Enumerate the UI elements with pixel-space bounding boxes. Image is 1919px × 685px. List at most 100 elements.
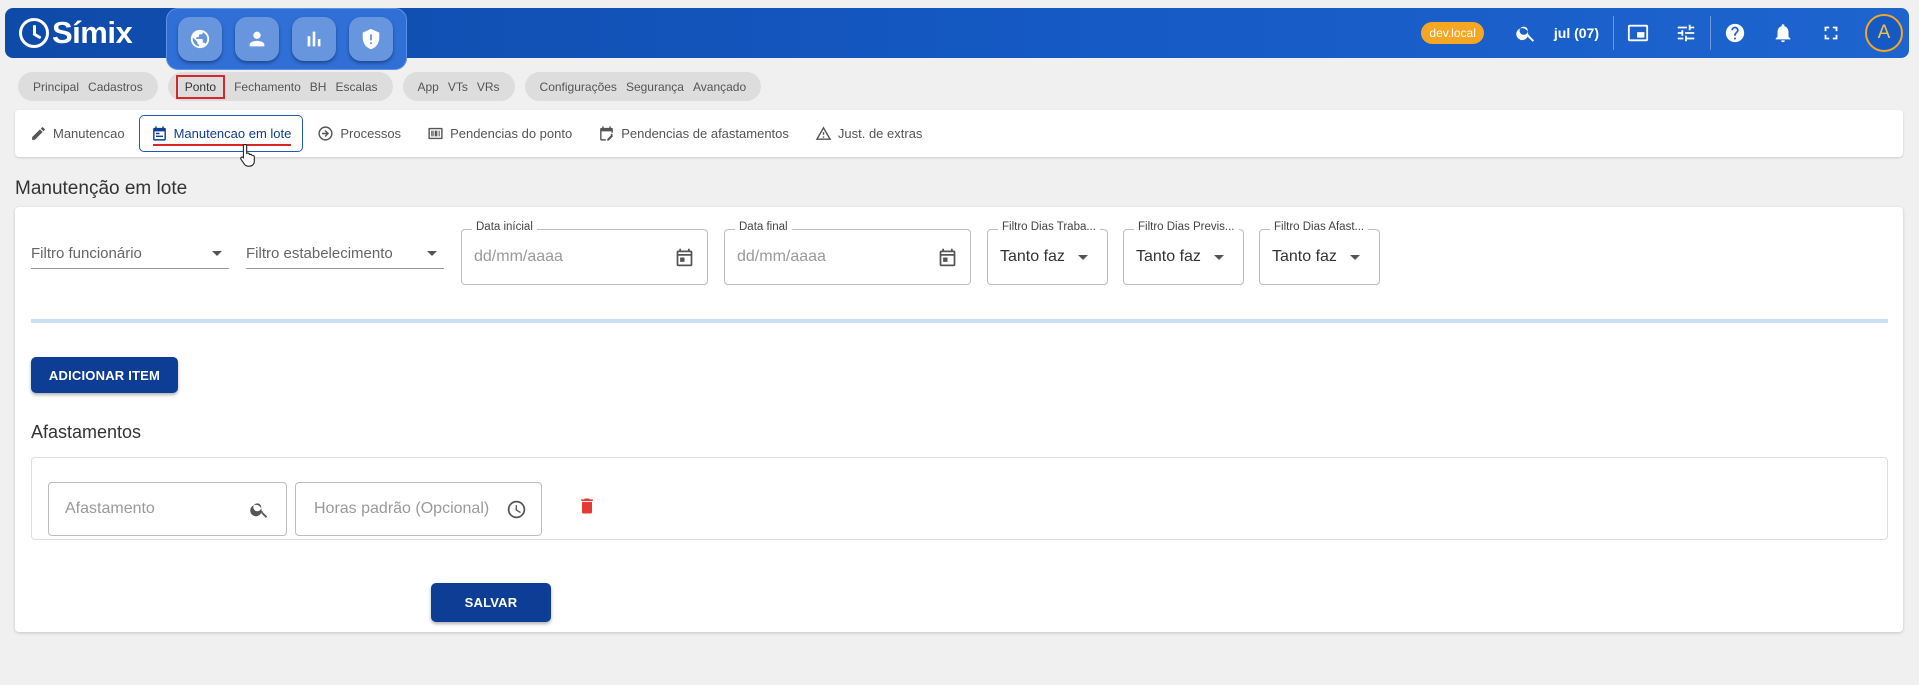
arrow-circle-icon (318, 126, 333, 141)
section-title-afastamentos: Afastamentos (31, 422, 142, 442)
afastamento-search-field[interactable]: Afastamento (48, 482, 287, 536)
module-link-fechamento[interactable]: Fechamento (234, 80, 301, 94)
module-link-principal[interactable]: Principal (33, 80, 79, 94)
select-placeholder: Filtro estabelecimento (246, 245, 393, 262)
batch-maintenance-form: Filtro funcionário Filtro estabeleciment… (15, 207, 1903, 632)
module-groups: Principal Cadastros Ponto Fechamento BH … (18, 72, 762, 101)
select-value: Tanto faz (1000, 248, 1065, 265)
tab-label: Processos (340, 126, 402, 141)
select-placeholder: Filtro funcionário (31, 245, 142, 262)
reports-button[interactable] (292, 17, 336, 61)
dropdown-arrow-icon (212, 251, 222, 256)
module-link-escalas[interactable]: Escalas (335, 80, 377, 94)
field-label: Filtro Dias Traba... (998, 221, 1100, 233)
save-button[interactable]: SALVAR (431, 583, 551, 622)
security-button[interactable] (349, 17, 393, 61)
app-name: Símix (52, 15, 133, 50)
module-link-bh[interactable]: BH (310, 80, 327, 94)
tab-label: Manutencao (53, 126, 125, 141)
tab-processos[interactable]: Processos (317, 125, 401, 142)
tab-label: Manutencao em lote (173, 126, 292, 141)
topbar-actions: dev.local jul (07) A (1421, 8, 1909, 58)
module-link-seguranca[interactable]: Segurança (626, 80, 684, 94)
warning-icon (815, 126, 832, 140)
search-icon (1516, 26, 1534, 42)
search-button[interactable] (1502, 8, 1550, 58)
module-link-app[interactable]: App (418, 80, 439, 94)
person-button[interactable] (235, 17, 279, 61)
fullscreen-icon (1824, 26, 1838, 40)
module-group-ponto: Ponto Fechamento BH Escalas (167, 72, 393, 101)
tab-just-de-extras[interactable]: Just. de extras (815, 125, 923, 142)
globe-button[interactable] (178, 17, 222, 61)
module-link-cadastros[interactable]: Cadastros (88, 80, 143, 94)
end-date-field[interactable]: Data final dd/mm/aaaa (724, 221, 971, 285)
field-placeholder: dd/mm/aaaa (737, 248, 826, 265)
default-hours-field[interactable]: Horas padrão (Opcional) (295, 482, 542, 536)
calendar-icon (152, 126, 166, 141)
field-label: Data inícial (472, 221, 537, 233)
calendar-icon[interactable] (937, 247, 958, 268)
tab-manutencao[interactable]: Manutencao (30, 125, 125, 142)
id-card-icon (428, 127, 443, 140)
tab-pendencias-de-afastamentos[interactable]: Pendencias de afastamentos (598, 125, 789, 142)
period-selector[interactable]: jul (07) (1554, 25, 1599, 41)
module-link-vts[interactable]: VTs (448, 80, 468, 94)
quick-nav (166, 8, 407, 70)
notifications-button[interactable] (1759, 8, 1807, 58)
dropdown-arrow-icon (1214, 254, 1224, 260)
module-group-settings: Configurações Segurança Avançado (524, 72, 762, 101)
worked-days-filter-select[interactable]: Filtro Dias Traba... Tanto faz (987, 221, 1108, 285)
field-placeholder: dd/mm/aaaa (474, 248, 563, 265)
field-label: Data final (735, 221, 792, 233)
calendar-icon[interactable] (674, 247, 695, 268)
field-placeholder: Horas padrão (Opcional) (314, 500, 490, 517)
module-link-ponto[interactable]: Ponto (175, 74, 226, 99)
bar-chart-icon (307, 31, 321, 47)
module-link-avancado[interactable]: Avançado (693, 80, 746, 94)
calendar-edit-icon (600, 126, 614, 141)
avatar[interactable]: A (1865, 14, 1903, 52)
page-title: Manutenção em lote (15, 178, 188, 199)
fullscreen-button[interactable] (1807, 8, 1855, 58)
module-link-vrs[interactable]: VRs (477, 80, 500, 94)
leave-days-filter-select[interactable]: Filtro Dias Afast... Tanto faz (1259, 221, 1380, 285)
top-app-bar: Símix dev.local jul (07) A (5, 8, 1909, 70)
picture-in-picture-button[interactable] (1614, 8, 1662, 58)
dropdown-arrow-icon (1350, 254, 1360, 260)
mouse-pointer-icon (240, 143, 255, 167)
add-item-button[interactable]: ADICIONAR ITEM (31, 357, 178, 393)
section-divider (31, 319, 1888, 323)
clock-icon (507, 500, 526, 518)
app-logo[interactable]: Símix (19, 15, 133, 50)
select-value: Tanto faz (1272, 248, 1337, 265)
dropdown-arrow-icon (427, 251, 437, 256)
start-date-field[interactable]: Data inícial dd/mm/aaaa (461, 221, 708, 285)
tune-icon (1677, 24, 1695, 42)
tab-label: Pendencias de afastamentos (621, 126, 789, 141)
establishment-filter-select[interactable]: Filtro estabelecimento (246, 239, 444, 269)
tab-pendencias-do-ponto[interactable]: Pendencias do ponto (427, 125, 572, 142)
tab-label: Just. de extras (837, 126, 923, 141)
field-label: Filtro Dias Previs... (1134, 221, 1239, 233)
afastamento-row: Afastamento Horas padrão (Opcional) (31, 457, 1888, 540)
module-group-benefits: App VTs VRs (402, 72, 515, 101)
shield-icon (362, 28, 380, 50)
help-button[interactable] (1711, 8, 1759, 58)
tab-label: Pendencias do ponto (450, 126, 573, 141)
bell-icon (1775, 24, 1791, 43)
tab-manutencao-em-lote[interactable]: Manutencao em lote (138, 115, 304, 152)
help-icon (1725, 23, 1745, 43)
employee-filter-select[interactable]: Filtro funcionário (31, 239, 229, 269)
person-icon (249, 31, 265, 47)
clock-logo-icon (19, 18, 49, 48)
search-icon (250, 502, 268, 518)
planned-days-filter-select[interactable]: Filtro Dias Previs... Tanto faz (1123, 221, 1244, 285)
module-group-general: Principal Cadastros (18, 72, 158, 101)
sub-navigation: Manutencao Manutencao em lote Processos … (15, 110, 1903, 157)
module-link-configuracoes[interactable]: Configurações (540, 80, 617, 94)
tune-button[interactable] (1662, 8, 1710, 58)
globe-icon (190, 29, 210, 49)
select-value: Tanto faz (1136, 248, 1201, 265)
delete-icon[interactable] (577, 495, 597, 517)
